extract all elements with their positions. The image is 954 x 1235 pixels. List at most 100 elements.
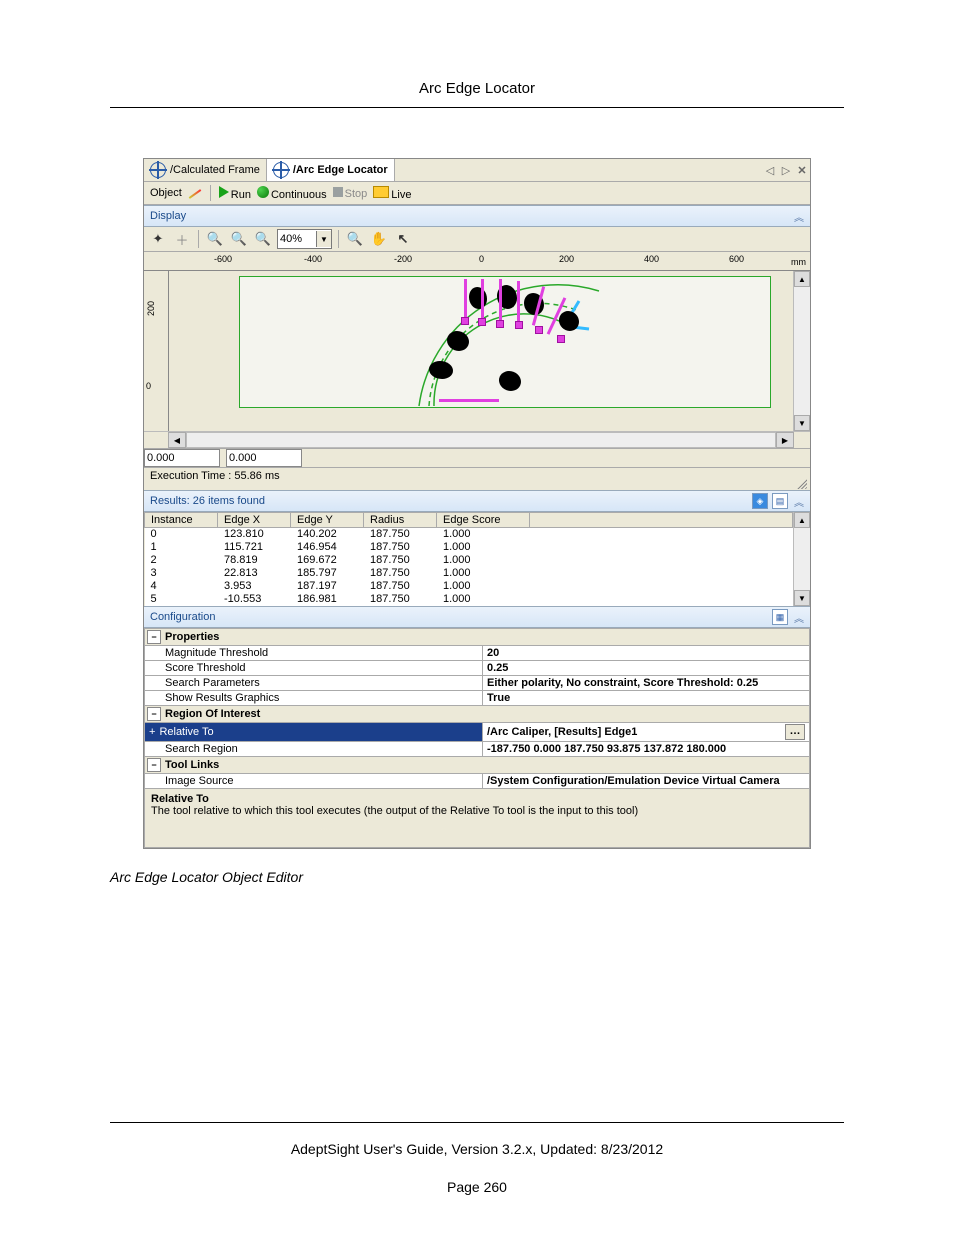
- pan-icon[interactable]: ✋: [369, 229, 389, 249]
- crosshair-icon[interactable]: ＋: [172, 229, 192, 249]
- rule: [110, 107, 844, 108]
- zoom-input[interactable]: [278, 231, 316, 247]
- ellipsis-button[interactable]: …: [785, 724, 805, 740]
- scroll-left-icon[interactable]: ◀: [168, 432, 186, 448]
- editor-window: /Calculated Frame /Arc Edge Locator ◁ ▷ …: [143, 158, 811, 849]
- prop-key: Show Results Graphics: [145, 691, 483, 705]
- prop-value[interactable]: True: [483, 691, 809, 705]
- group-tool-links[interactable]: − Tool Links: [144, 757, 810, 774]
- group-roi[interactable]: − Region Of Interest: [144, 706, 810, 723]
- nav-prev-icon[interactable]: ◁: [762, 164, 778, 177]
- prop-value[interactable]: /Arc Caliper, [Results] Edge1 …: [483, 723, 809, 741]
- close-icon[interactable]: ✕: [794, 164, 810, 177]
- configuration-label: Configuration: [150, 611, 215, 623]
- prop-search-params[interactable]: Search Parameters Either polarity, No co…: [144, 676, 810, 691]
- scroll-down-icon[interactable]: ▼: [794, 415, 810, 431]
- tick-label: 400: [644, 254, 659, 264]
- zoom-combo[interactable]: ▼: [277, 229, 332, 249]
- crumb-label: /Arc Edge Locator: [293, 164, 388, 176]
- scroll-up-icon[interactable]: ▲: [794, 512, 810, 528]
- prop-value[interactable]: 0.25: [483, 661, 809, 675]
- table-row[interactable]: 0123.810140.202187.7501.000: [145, 528, 793, 542]
- run-toolbar: Object Run Continuous Stop Live: [144, 182, 810, 205]
- crumb-label: /Calculated Frame: [170, 164, 260, 176]
- chevron-down-icon[interactable]: ▼: [316, 231, 331, 247]
- col-edgey[interactable]: Edge Y: [291, 513, 364, 528]
- tick-label: 0: [479, 254, 484, 264]
- prop-key: + Relative To: [145, 723, 483, 741]
- scroll-down-icon[interactable]: ▼: [794, 590, 810, 606]
- coord-y-input[interactable]: [226, 449, 302, 467]
- coord-x-input[interactable]: [144, 449, 220, 467]
- collapse-box-icon[interactable]: −: [147, 630, 161, 644]
- group-label: Tool Links: [165, 759, 219, 771]
- scroll-up-icon[interactable]: ▲: [794, 271, 810, 287]
- scroll-right-icon[interactable]: ▶: [776, 432, 794, 448]
- group-properties[interactable]: − Properties: [144, 628, 810, 646]
- display-header[interactable]: Display ︽: [144, 205, 810, 227]
- continuous-button[interactable]: Continuous: [257, 186, 327, 201]
- col-instance[interactable]: Instance: [145, 513, 218, 528]
- run-button[interactable]: Run: [219, 186, 251, 201]
- crumb-arc-edge-locator[interactable]: /Arc Edge Locator: [267, 159, 395, 181]
- expand-box-icon[interactable]: +: [149, 726, 155, 738]
- prop-magnitude[interactable]: Magnitude Threshold 20: [144, 646, 810, 661]
- prop-value[interactable]: Either polarity, No constraint, Score Th…: [483, 676, 809, 690]
- resize-grip-icon[interactable]: [795, 477, 807, 489]
- prop-value[interactable]: -187.750 0.000 187.750 93.875 137.872 18…: [483, 742, 809, 756]
- run-label: Run: [231, 189, 251, 201]
- table-row[interactable]: 5-10.553186.981187.7501.000: [145, 593, 793, 606]
- stop-button[interactable]: Stop: [333, 187, 368, 200]
- prop-search-region[interactable]: Search Region -187.750 0.000 187.750 93.…: [144, 742, 810, 757]
- configuration-header[interactable]: Configuration ▦ ︽: [144, 606, 810, 628]
- vertical-scrollbar[interactable]: ▲ ▼: [793, 271, 810, 431]
- collapse-box-icon[interactable]: −: [147, 707, 161, 721]
- col-score[interactable]: Edge Score: [437, 513, 530, 528]
- prop-key: Search Region: [145, 742, 483, 756]
- continuous-label: Continuous: [271, 189, 327, 201]
- results-header[interactable]: Results: 26 items found ◈ ▤ ︽: [144, 490, 810, 512]
- target-icon: [273, 162, 289, 178]
- zoom-region-icon[interactable]: 🔍: [345, 229, 365, 249]
- wand-icon[interactable]: [188, 186, 202, 200]
- zoom-out-icon[interactable]: 🔍: [229, 229, 249, 249]
- horizontal-scrollbar[interactable]: ◀ ▶: [144, 431, 810, 448]
- prop-show-results[interactable]: Show Results Graphics True: [144, 691, 810, 706]
- table-row[interactable]: 278.819169.672187.7501.000: [145, 554, 793, 567]
- collapse-icon[interactable]: ︽: [794, 209, 804, 224]
- col-spacer: [530, 513, 793, 528]
- nav-next-icon[interactable]: ▷: [778, 164, 794, 177]
- col-radius[interactable]: Radius: [364, 513, 437, 528]
- canvas[interactable]: [169, 271, 793, 431]
- collapse-icon[interactable]: ︽: [794, 494, 804, 509]
- prop-relative-to[interactable]: + Relative To /Arc Caliper, [Results] Ed…: [144, 723, 810, 742]
- collapse-box-icon[interactable]: −: [147, 758, 161, 772]
- config-view-icon[interactable]: ▦: [772, 609, 788, 625]
- prop-value[interactable]: /System Configuration/Emulation Device V…: [483, 774, 809, 788]
- table-row[interactable]: 322.813185.797187.7501.000: [145, 567, 793, 580]
- table-row[interactable]: 43.953187.197187.7501.000: [145, 580, 793, 593]
- breadcrumb: /Calculated Frame /Arc Edge Locator ◁ ▷ …: [144, 159, 810, 182]
- col-edgex[interactable]: Edge X: [218, 513, 291, 528]
- collapse-icon[interactable]: ︽: [794, 610, 804, 625]
- crumb-calculated-frame[interactable]: /Calculated Frame: [144, 159, 267, 181]
- prop-image-source[interactable]: Image Source /System Configuration/Emula…: [144, 774, 810, 789]
- tools-icon[interactable]: ✦: [148, 229, 168, 249]
- desc-body: The tool relative to which this tool exe…: [151, 805, 803, 817]
- prop-value[interactable]: 20: [483, 646, 809, 660]
- zoom-in-icon[interactable]: 🔍: [205, 229, 225, 249]
- results-view1-icon[interactable]: ◈: [752, 493, 768, 509]
- results-view2-icon[interactable]: ▤: [772, 493, 788, 509]
- results-table-wrap: Instance Edge X Edge Y Radius Edge Score…: [144, 512, 810, 606]
- results-scrollbar[interactable]: ▲ ▼: [793, 512, 810, 606]
- live-button[interactable]: Live: [373, 186, 411, 201]
- group-label: Properties: [165, 631, 219, 643]
- table-row[interactable]: 1115.721146.954187.7501.000: [145, 541, 793, 554]
- zoom-fit-icon[interactable]: 🔍: [253, 229, 273, 249]
- prop-key: Search Parameters: [145, 676, 483, 690]
- results-table: Instance Edge X Edge Y Radius Edge Score…: [144, 512, 793, 606]
- pointer-icon[interactable]: ↖: [393, 229, 413, 249]
- prop-score-threshold[interactable]: Score Threshold 0.25: [144, 661, 810, 676]
- camera-icon: [373, 186, 389, 198]
- tick-label: 200: [146, 301, 156, 316]
